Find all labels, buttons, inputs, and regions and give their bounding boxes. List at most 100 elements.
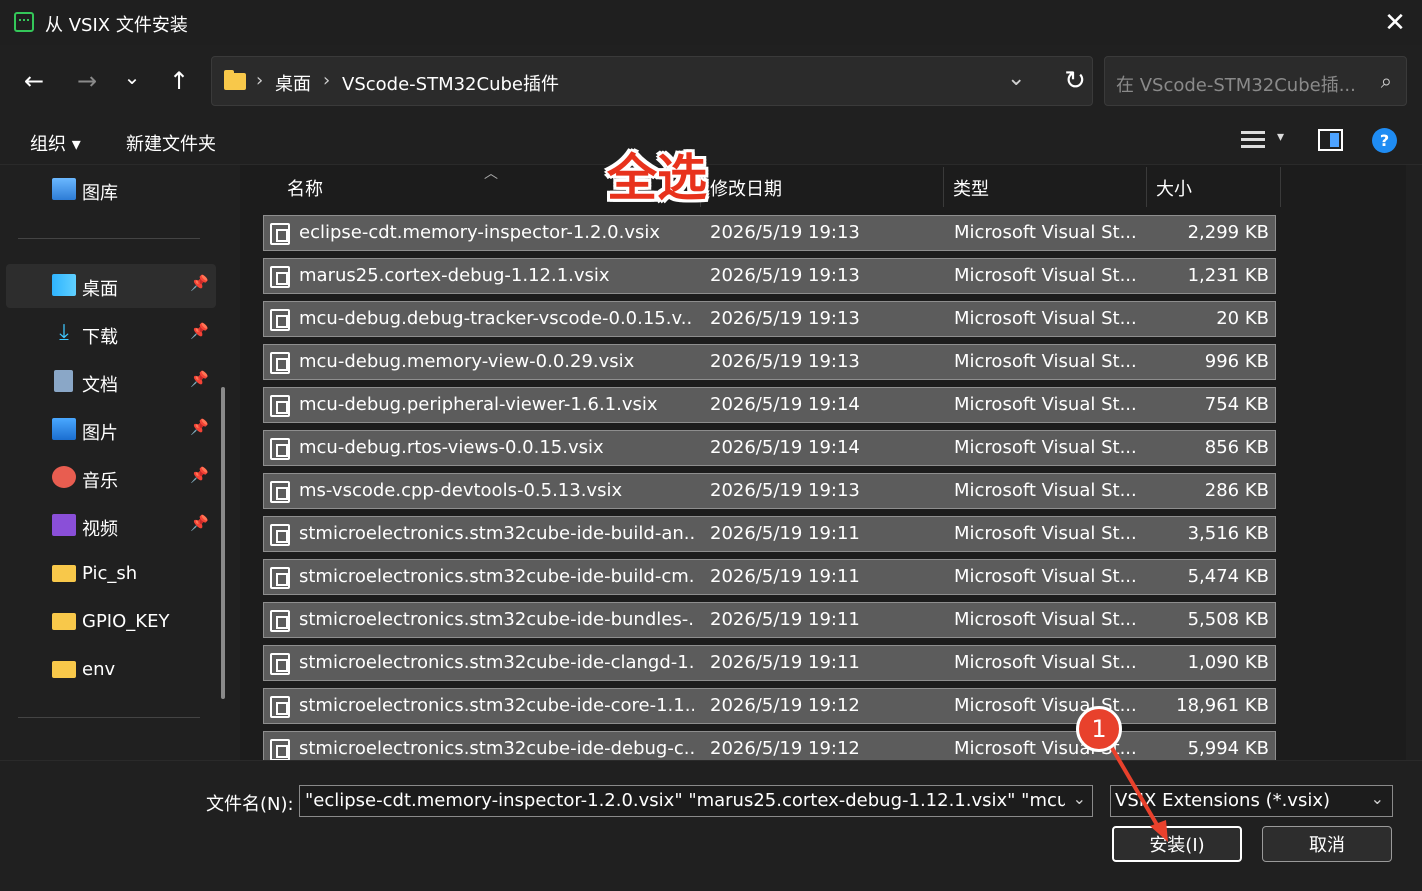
file-name: mcu-debug.memory-view-0.0.29.vsix [299, 351, 635, 372]
breadcrumb-desktop[interactable]: 桌面 [275, 70, 311, 96]
file-row[interactable]: eclipse-cdt.memory-inspector-1.2.0.vsix … [263, 215, 1276, 251]
file-type: Microsoft Visual St... [954, 222, 1137, 243]
vsix-file-icon [270, 266, 290, 288]
file-date: 2026/5/19 19:13 [710, 308, 860, 329]
sidebar-item-label: Pic_sh [82, 563, 138, 584]
sidebar-item-label: GPIO_KEY [82, 611, 170, 632]
file-date: 2026/5/19 19:13 [710, 222, 860, 243]
file-date: 2026/5/19 19:12 [710, 695, 860, 716]
file-row[interactable]: stmicroelectronics.stm32cube-ide-build-c… [263, 559, 1276, 595]
up-arrow-icon[interactable]: ↑ [159, 63, 199, 99]
file-size: 996 KB [1204, 351, 1269, 372]
file-name: stmicroelectronics.stm32cube-ide-bundles… [299, 609, 694, 630]
sidebar-item-documents[interactable]: 文档 📌 [6, 360, 216, 404]
file-size: 5,474 KB [1187, 566, 1269, 587]
file-row[interactable]: stmicroelectronics.stm32cube-ide-build-a… [263, 516, 1276, 552]
file-row[interactable]: mcu-debug.peripheral-viewer-1.6.1.vsix 2… [263, 387, 1276, 423]
file-name: stmicroelectronics.stm32cube-ide-build-a… [299, 523, 694, 544]
column-divider[interactable] [1280, 167, 1281, 207]
close-button[interactable]: ✕ [1368, 0, 1422, 45]
back-arrow-icon[interactable]: ← [14, 63, 54, 99]
file-type: Microsoft Visual St... [954, 652, 1137, 673]
sidebar-item-pictures[interactable]: 图片 📌 [6, 408, 216, 452]
column-divider[interactable] [1146, 167, 1147, 207]
install-button[interactable]: 安装(I) [1112, 826, 1242, 862]
sidebar-item-videos[interactable]: 视频 📌 [6, 504, 216, 548]
sidebar-scrollbar[interactable] [221, 387, 225, 699]
file-type: Microsoft Visual St... [954, 308, 1137, 329]
filename-input[interactable]: "eclipse-cdt.memory-inspector-1.2.0.vsix… [299, 785, 1093, 817]
chevron-down-icon[interactable]: ▾ [1277, 129, 1284, 145]
file-type: Microsoft Visual St... [954, 437, 1137, 458]
file-size: 2,299 KB [1187, 222, 1269, 243]
file-type: Microsoft Visual St... [954, 523, 1137, 544]
organize-menu[interactable]: 组织 ▾ [30, 130, 81, 156]
sidebar-item-gpio-key[interactable]: GPIO_KEY [6, 600, 216, 644]
search-input[interactable]: 在 VScode-STM32Cube插... ⌕ [1104, 56, 1407, 106]
chevron-down-icon[interactable]: ⌄ [1007, 66, 1025, 91]
chevron-down-icon: ⌄ [1370, 789, 1384, 808]
column-divider[interactable] [943, 167, 944, 207]
file-row[interactable]: marus25.cortex-debug-1.12.1.vsix 2026/5/… [263, 258, 1276, 294]
file-row[interactable]: mcu-debug.memory-view-0.0.29.vsix 2026/5… [263, 344, 1276, 380]
address-bar[interactable]: › 桌面 › VScode-STM32Cube插件 ⌄ [211, 56, 1093, 106]
folder-icon [52, 613, 76, 630]
file-row[interactable]: mcu-debug.rtos-views-0.0.15.vsix 2026/5/… [263, 430, 1276, 466]
file-name: stmicroelectronics.stm32cube-ide-debug-c… [299, 738, 694, 759]
preview-pane-icon[interactable] [1318, 129, 1343, 151]
file-size: 18,961 KB [1176, 695, 1269, 716]
sidebar-item-label: 图库 [82, 183, 118, 204]
file-type: Microsoft Visual St... [954, 480, 1137, 501]
breadcrumb-current-folder[interactable]: VScode-STM32Cube插件 [342, 70, 559, 96]
column-header-date[interactable]: 修改日期 [710, 175, 782, 201]
file-date: 2026/5/19 19:13 [710, 351, 860, 372]
file-row[interactable]: stmicroelectronics.stm32cube-ide-clangd-… [263, 645, 1276, 681]
vscode-app-icon [14, 12, 34, 32]
command-bar: 组织 ▾ 新建文件夹 ▾ [0, 117, 1422, 165]
file-date: 2026/5/19 19:14 [710, 437, 860, 458]
sidebar-item-label: 文档 [82, 375, 118, 396]
vsix-file-icon [270, 395, 290, 417]
file-size: 1,231 KB [1187, 265, 1269, 286]
cancel-button[interactable]: 取消 [1262, 826, 1392, 862]
pin-icon: 📌 [190, 322, 209, 340]
column-header-name[interactable]: 名称 [287, 175, 323, 201]
sidebar-item-music[interactable]: 音乐 📌 [6, 456, 216, 500]
file-type-select[interactable]: VSIX Extensions (*.vsix) ⌄ [1110, 785, 1393, 817]
file-type-value: VSIX Extensions (*.vsix) [1115, 790, 1331, 811]
sidebar-item-gallery[interactable]: 图库 [6, 168, 216, 212]
filename-value: "eclipse-cdt.memory-inspector-1.2.0.vsix… [305, 790, 1065, 811]
column-header-type[interactable]: 类型 [953, 175, 989, 201]
file-size: 1,090 KB [1187, 652, 1269, 673]
view-options-icon[interactable] [1241, 129, 1265, 151]
file-row[interactable]: stmicroelectronics.stm32cube-ide-bundles… [263, 602, 1276, 638]
file-row[interactable]: stmicroelectronics.stm32cube-ide-core-1.… [263, 688, 1276, 724]
file-row[interactable]: ms-vscode.cpp-devtools-0.5.13.vsix 2026/… [263, 473, 1276, 509]
column-header-size[interactable]: 大小 [1156, 175, 1192, 201]
folder-icon [52, 661, 76, 678]
navigation-bar: ← → ⌄ ↑ › 桌面 › VScode-STM32Cube插件 ⌄ ↻ 在 … [0, 45, 1422, 117]
vsix-file-icon [270, 567, 290, 589]
vsix-file-icon [270, 524, 290, 546]
sidebar-item-desktop[interactable]: 桌面 📌 [6, 264, 216, 308]
sidebar-item-label: env [82, 659, 116, 680]
pin-icon: 📌 [190, 514, 209, 532]
forward-arrow-icon[interactable]: → [67, 63, 107, 99]
sidebar-item-label: 视频 [82, 519, 118, 540]
chevron-down-icon[interactable]: ⌄ [1073, 789, 1086, 808]
new-folder-button[interactable]: 新建文件夹 [126, 130, 216, 156]
file-name: mcu-debug.rtos-views-0.0.15.vsix [299, 437, 604, 458]
file-row[interactable]: stmicroelectronics.stm32cube-ide-debug-c… [263, 731, 1276, 760]
file-date: 2026/5/19 19:12 [710, 738, 860, 759]
navigation-pane: 图库 桌面 📌 ⤓ 下载 📌 文档 📌 图片 📌 音乐 📌 视频 📌 Pic_s… [0, 165, 238, 760]
sidebar-item-downloads[interactable]: ⤓ 下载 📌 [6, 312, 216, 356]
refresh-icon[interactable]: ↻ [1055, 63, 1095, 99]
sidebar-item-env[interactable]: env [6, 648, 216, 692]
file-type: Microsoft Visual St... [954, 394, 1137, 415]
help-icon[interactable]: ? [1372, 128, 1397, 153]
vsix-file-icon [270, 653, 290, 675]
sidebar-item-pic-sh[interactable]: Pic_sh [6, 552, 216, 596]
file-row[interactable]: mcu-debug.debug-tracker-vscode-0.0.15.v.… [263, 301, 1276, 337]
title-bar: 从 VSIX 文件安装 ✕ [0, 0, 1422, 45]
recent-locations-chevron-icon[interactable]: ⌄ [112, 59, 152, 95]
